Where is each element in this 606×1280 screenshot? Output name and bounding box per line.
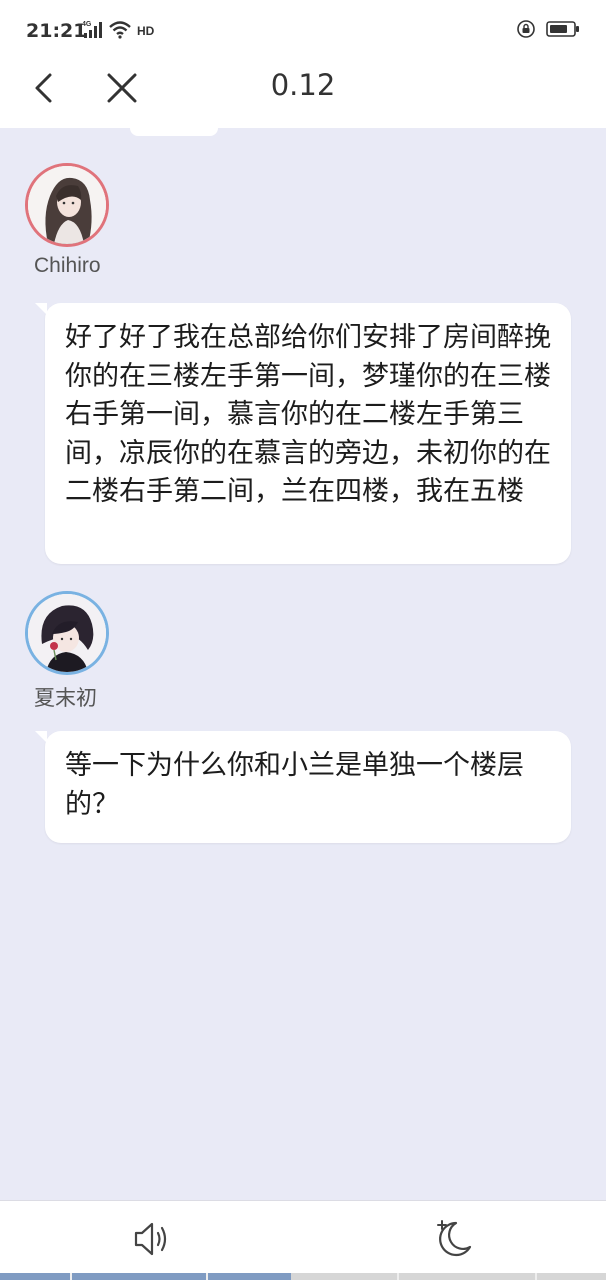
status-icons-right — [516, 20, 580, 42]
avatar[interactable] — [25, 163, 109, 247]
sender-name: 夏末初 — [34, 687, 97, 710]
message-bubble[interactable]: 好了好了我在总部给你们安排了房间醉挽你的在三楼左手第一间，梦瑾你的在三楼右手第一… — [35, 303, 571, 564]
avatar[interactable] — [25, 591, 109, 675]
signal-icon: 4G — [82, 19, 104, 43]
status-icons-left: 4G HD — [82, 18, 158, 44]
previous-message-bubble — [130, 128, 218, 136]
reading-progress-bar — [0, 1273, 606, 1280]
progress-separator — [535, 1273, 537, 1280]
status-time: 21:21 — [26, 20, 87, 42]
wifi-icon — [108, 19, 132, 43]
night-mode-icon[interactable] — [432, 1215, 476, 1261]
page-title: 0.12 — [270, 68, 336, 102]
bottom-toolbar — [0, 1200, 606, 1280]
hd-label: HD — [137, 24, 155, 38]
battery-icon — [546, 20, 580, 42]
speaker-icon[interactable] — [130, 1217, 174, 1261]
progress-separator — [397, 1273, 399, 1280]
hd-icon: HD — [136, 19, 158, 43]
message-bubble[interactable]: 等一下为什么你和小兰是单独一个楼层的？ — [35, 731, 571, 843]
progress-separator — [206, 1273, 208, 1280]
sender-name: Chihiro — [34, 254, 101, 277]
nav-bar: 0.12 — [0, 60, 606, 128]
lock-rotation-icon — [516, 19, 536, 43]
progress-fill — [0, 1273, 291, 1280]
status-bar: 21:21 4G HD — [0, 0, 606, 60]
progress-separator — [70, 1273, 72, 1280]
chat-area[interactable]: Chihiro 好了好了我在总部给你们安排了房间醉挽你的在三楼左手第一间，梦瑾你… — [0, 128, 606, 1200]
network-type-label: 4G — [82, 21, 92, 28]
